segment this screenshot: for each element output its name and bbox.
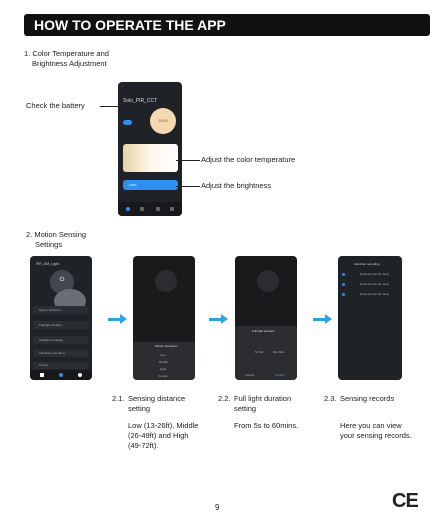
ce-mark-icon: CE xyxy=(392,490,419,512)
arrow-head-icon xyxy=(120,314,127,324)
color-temperature-slider[interactable] xyxy=(123,144,178,172)
tab-settings-icon[interactable] xyxy=(170,207,174,211)
sensing-distance-sheet: Motion Detection Low Middle High Cancel xyxy=(133,342,195,380)
arrow-head-icon xyxy=(221,314,228,324)
cancel-button[interactable]: Cancel xyxy=(245,373,254,377)
menu-induction-recording[interactable]: Induction recording xyxy=(33,349,89,357)
power-toggle[interactable] xyxy=(123,120,132,125)
menu-full-light-duration[interactable]: Full light duration xyxy=(33,321,89,329)
duration-max[interactable]: 60s Max xyxy=(273,350,284,354)
section1-title-line2: Brightness Adjustment xyxy=(32,59,107,68)
menu-motion-detection[interactable]: Motion Detection xyxy=(33,306,89,314)
device-name: Solo_PIR_CCT xyxy=(123,98,158,104)
duration-min[interactable]: 5s Min xyxy=(255,350,264,354)
tab-home-icon[interactable] xyxy=(40,373,44,377)
callout-line-battery xyxy=(100,106,120,107)
step-number: 2.1. xyxy=(112,394,125,403)
step-title: setting xyxy=(128,404,151,413)
light-duration-sheet: Full light duration 5s Min 60s Max Cance… xyxy=(235,326,297,380)
step-description: Low (13-26ft), Middle xyxy=(128,421,199,430)
callout-brightness: Adjust the brightness xyxy=(201,181,272,190)
step-description: your sensing records. xyxy=(340,431,412,440)
records-title: Induction recording xyxy=(354,262,380,266)
phone-screenshot-sensing-records: Induction recording Detected human body … xyxy=(338,256,402,380)
page-number: 9 xyxy=(215,503,220,512)
tab-scene-icon[interactable] xyxy=(59,373,63,377)
arrow-right-icon xyxy=(209,318,221,321)
bottom-tab-bar xyxy=(118,202,182,216)
temperature-dial[interactable]: 3000K xyxy=(150,108,176,134)
power-icon: ⏻ xyxy=(59,277,65,283)
option-low[interactable]: Low xyxy=(160,353,166,357)
step-title: Full light duration xyxy=(234,394,292,403)
tab-home-icon[interactable] xyxy=(126,207,130,211)
step-title: Sensing records xyxy=(340,394,395,403)
step-title: setting xyxy=(234,404,257,413)
page-title: HOW TO OPERATE THE APP xyxy=(24,14,430,36)
callout-line-color xyxy=(176,160,200,161)
tab-settings-icon[interactable] xyxy=(78,373,82,377)
record-dot-icon xyxy=(342,293,345,296)
section1-title-line1: 1. Color Temperature and xyxy=(24,49,109,58)
brightness-slider[interactable]: 100% xyxy=(123,180,178,190)
phone-screenshot-light-duration: Full light duration 5s Min 60s Max Cance… xyxy=(235,256,297,380)
device-name: PIR_DM_Light xyxy=(36,262,59,266)
step-description: Here you can view xyxy=(340,421,402,430)
tab-timer-icon[interactable] xyxy=(156,207,160,211)
cancel-button[interactable]: Cancel xyxy=(158,374,167,378)
phone-screenshot-sensing-distance: Motion Detection Low Middle High Cancel xyxy=(133,256,195,380)
bottom-tab-bar xyxy=(30,370,92,380)
record-dot-icon xyxy=(342,273,345,276)
step-title: Sensing distance xyxy=(128,394,186,403)
back-icon: ‹ xyxy=(122,84,123,88)
power-button xyxy=(155,270,177,292)
tab-scene-icon[interactable] xyxy=(140,207,144,211)
menu-timing[interactable]: Timing xyxy=(33,362,89,369)
step-description: (49-72ft). xyxy=(128,441,159,450)
record-dot-icon xyxy=(342,283,345,286)
record-item: Detected human body xyxy=(342,272,398,278)
menu-intelligent-linkage[interactable]: Intelligent Linkage xyxy=(33,336,89,344)
section2-title-line1: 2. Motion Sensing xyxy=(26,230,87,239)
step-number: 2.2. xyxy=(218,394,231,403)
step-description: From 5s to 60mins. xyxy=(234,421,299,430)
option-high[interactable]: High xyxy=(160,367,166,371)
record-item: Detected human body xyxy=(342,292,398,298)
option-middle[interactable]: Middle xyxy=(159,360,168,364)
confirm-button[interactable]: Confirm xyxy=(275,373,286,377)
section2-title-line2: Settings xyxy=(35,240,63,249)
phone-screenshot-device: PIR_DM_Light ⏻ Motion Detection Full lig… xyxy=(30,256,92,380)
step-description: (26-49ft) and High xyxy=(128,431,189,440)
arrow-head-icon xyxy=(325,314,332,324)
arrow-right-icon xyxy=(108,318,120,321)
step-number: 2.3. xyxy=(324,394,337,403)
power-button xyxy=(257,270,279,292)
callout-battery: Check the battery xyxy=(26,101,85,110)
record-item: Detected human body xyxy=(342,282,398,288)
callout-line-brightness xyxy=(176,186,200,187)
phone-screenshot-color: ‹ Solo_PIR_CCT 3000K 100% xyxy=(118,82,182,216)
callout-color-temperature: Adjust the color temperature xyxy=(201,155,296,164)
arrow-right-icon xyxy=(313,318,325,321)
